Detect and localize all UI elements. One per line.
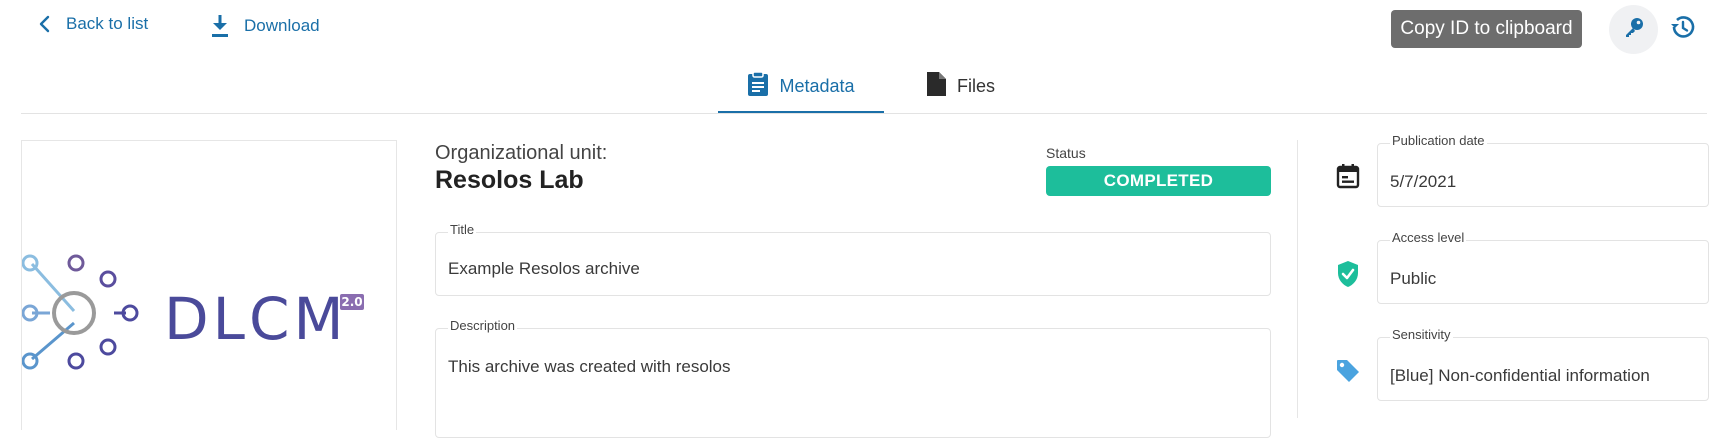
access-level-label: Access level — [1390, 230, 1467, 245]
column-divider — [1297, 140, 1298, 418]
sensitivity-value: [Blue] Non-confidential information — [1390, 366, 1650, 385]
history-button[interactable] — [1665, 11, 1701, 47]
download-label: Download — [244, 16, 320, 35]
publication-date-value: 5/7/2021 — [1390, 172, 1457, 191]
title-field: Title Example Resolos archive — [435, 222, 1271, 296]
shield-check-icon — [1334, 260, 1362, 288]
access-level-value: Public — [1390, 269, 1437, 288]
tab-files-label: Files — [956, 75, 995, 96]
back-to-list-link[interactable]: Back to list — [38, 14, 148, 34]
key-icon — [1623, 16, 1645, 43]
tab-metadata[interactable]: Metadata — [718, 60, 884, 112]
title-label: Title — [448, 222, 477, 237]
org-unit-label: Organizational unit: — [435, 142, 608, 164]
publication-date-field: Publication date 5/7/2021 — [1377, 133, 1709, 207]
sensitivity-field: Sensitivity [Blue] Non-confidential info… — [1377, 327, 1709, 401]
description-field: Description This archive was created wit… — [435, 318, 1271, 438]
back-to-list-label: Back to list — [66, 14, 149, 33]
copy-id-button[interactable] — [1609, 5, 1658, 54]
download-icon — [210, 14, 230, 38]
copy-id-tooltip: Copy ID to clipboard — [1391, 10, 1582, 48]
history-icon — [1669, 13, 1697, 46]
tab-files[interactable]: Files — [905, 60, 1015, 112]
logo-version: 2.0 — [341, 295, 362, 309]
description-label: Description — [448, 318, 518, 333]
title-value: Example Resolos archive — [448, 259, 640, 278]
tab-metadata-label: Metadata — [779, 75, 855, 96]
publication-date-label: Publication date — [1390, 133, 1487, 148]
download-link[interactable]: Download — [210, 14, 320, 38]
logo-text: DLCM — [164, 285, 348, 353]
description-value: This archive was created with resolos — [448, 357, 731, 376]
status-label: Status — [1046, 145, 1086, 161]
tabs-divider — [21, 113, 1707, 114]
calendar-icon — [1334, 162, 1362, 190]
status-badge: COMPLETED — [1046, 166, 1271, 196]
org-unit-name: Resolos Lab — [435, 166, 584, 194]
access-level-field: Access level Public — [1377, 230, 1709, 304]
clipboard-icon — [747, 70, 769, 102]
tag-icon — [1334, 357, 1362, 385]
file-icon — [925, 71, 947, 102]
sensitivity-label: Sensitivity — [1390, 327, 1453, 342]
chevron-left-icon — [38, 15, 52, 33]
dlcm-logo: DLCM 2.0 — [21, 254, 364, 370]
archive-logo-card: DLCM 2.0 — [21, 140, 397, 430]
